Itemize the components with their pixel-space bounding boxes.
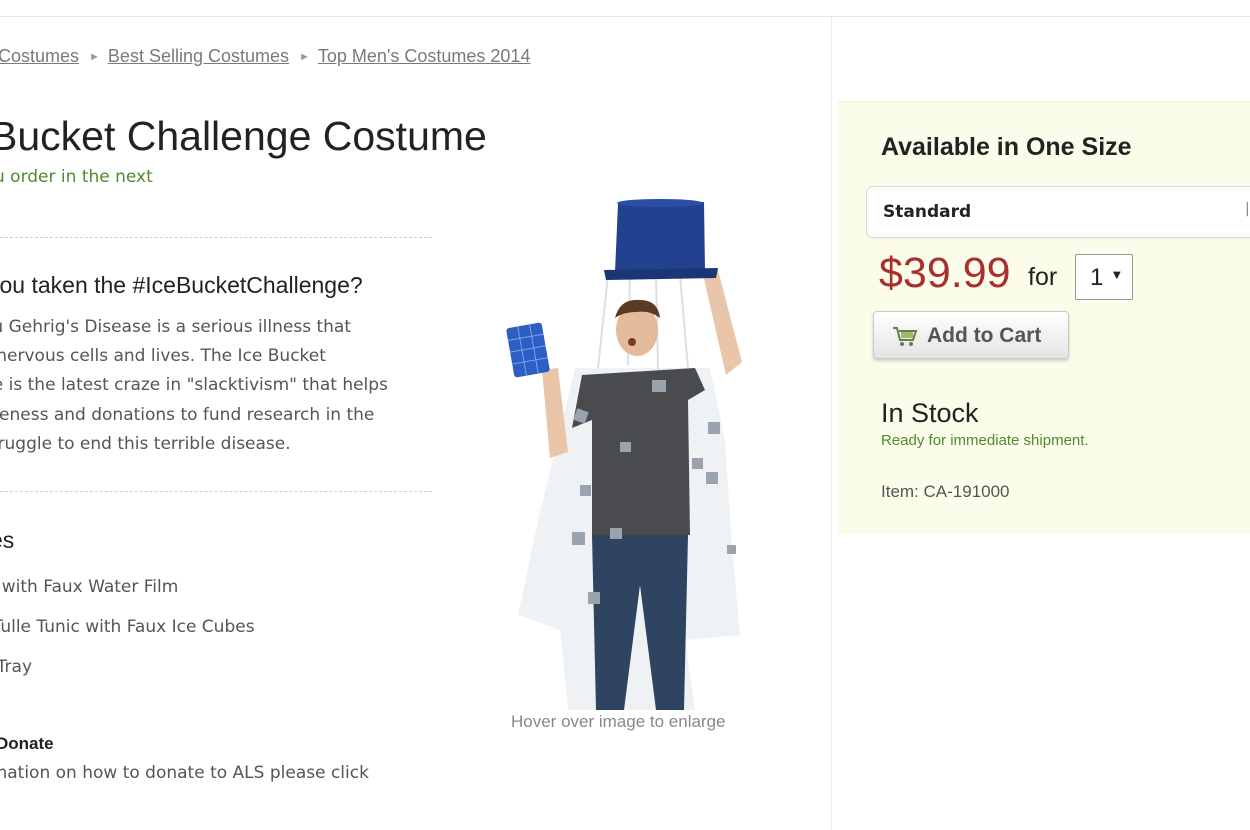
quantity-for-label: for <box>1028 263 1058 291</box>
description-line: ou Gehrig's Disease is a serious illness… <box>0 317 352 337</box>
add-to-cart-button[interactable]: Add to Cart <box>873 311 1069 359</box>
top-divider <box>0 16 1250 17</box>
shipment-note: Ready for immediate shipment. <box>881 432 1089 449</box>
breadcrumb-separator: ► <box>299 51 310 63</box>
stock-status: In Stock <box>881 398 979 428</box>
description-line: areness and donations to fund research i… <box>0 404 375 425</box>
item-number: Item: CA-191000 <box>881 482 1010 501</box>
size-heading: Available in One Size <box>881 133 1132 161</box>
includes-list: ket with Faux Water Film te Tulle Tunic … <box>0 572 255 692</box>
breadcrumb-link-costumes[interactable]: Costumes <box>0 46 79 66</box>
dropdown-caret-icon: ▼ <box>1113 270 1121 281</box>
section-divider <box>0 491 432 492</box>
image-hint: Hover over image to enlarge <box>511 712 726 731</box>
product-description: ou Gehrig's Disease is a serious illness… <box>0 313 422 463</box>
column-divider <box>831 17 832 830</box>
breadcrumb-link-top-mens[interactable]: Top Men's Costumes 2014 <box>318 46 531 66</box>
section-divider <box>0 237 432 238</box>
donate-text: rmation on how to donate to ALS please c… <box>0 763 369 783</box>
list-item: ket with Faux Water Film <box>0 577 179 597</box>
cart-icon <box>893 327 918 346</box>
donate-heading: Donate <box>0 734 54 753</box>
price: $39.99 <box>879 249 1011 297</box>
product-title: Bucket Challenge Costume <box>0 113 487 159</box>
dropdown-caret-icon: | <box>1245 201 1250 217</box>
includes-heading: es <box>0 527 15 553</box>
list-item: be Tray <box>0 657 33 677</box>
quantity-value: 1 <box>1090 264 1104 291</box>
description-line: struggle to end this terrible disease. <box>0 433 291 454</box>
quantity-select[interactable]: 1 ▼ <box>1075 254 1133 300</box>
list-item: te Tulle Tunic with Faux Ice Cubes <box>0 617 255 637</box>
breadcrumb-separator: ► <box>89 51 100 63</box>
order-deadline-note: u order in the next <box>0 167 153 187</box>
product-image[interactable] <box>480 190 770 710</box>
description-line: ge is the latest craze in "slacktivism" … <box>0 375 388 396</box>
add-to-cart-label: Add to Cart <box>927 324 1042 347</box>
breadcrumb: Costumes ► Best Selling Costumes ► Top Men's… <box>0 46 530 67</box>
size-select[interactable]: Standard | <box>866 186 1250 238</box>
description-line: s nervous cells and lives. The Ice Bucke… <box>0 346 326 367</box>
size-option-label: Standard <box>883 202 972 222</box>
challenge-heading: you taken the #IceBucketChallenge? <box>0 272 363 298</box>
buy-box: Available in One Size Standard | $39.99 … <box>838 101 1250 534</box>
breadcrumb-link-best-selling[interactable]: Best Selling Costumes <box>108 46 289 66</box>
